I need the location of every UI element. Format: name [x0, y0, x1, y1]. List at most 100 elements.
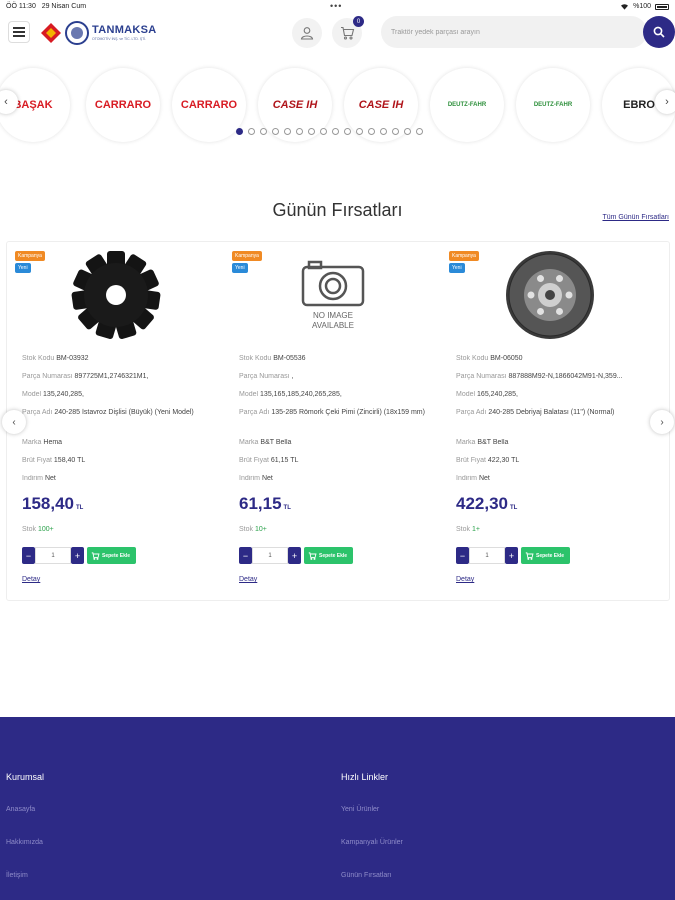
attr-value: 158,40 TL: [53, 457, 86, 464]
attr-label: TL: [76, 505, 84, 511]
pager-dot[interactable]: [380, 128, 387, 135]
quantity-stepper: − 1 + Sepete Ekle: [22, 547, 137, 564]
attr-label: 422,30: [456, 494, 508, 513]
attr-label: Stok: [239, 526, 254, 533]
detail-link[interactable]: Detay: [456, 576, 474, 583]
attr-value: Net: [478, 475, 490, 482]
logo-subtitle: OTOMOTİV İNŞ. ve TİC. LTD. ŞTİ.: [92, 36, 147, 41]
chevron-right-icon: ›: [665, 96, 669, 108]
product-price: 422,30 TL: [456, 494, 517, 514]
product-card: Kampanya Yeni Stok Kodu BM-03932 Parça N…: [11, 242, 216, 600]
product-image-link[interactable]: NO IMAGE AVAILABLE: [273, 250, 393, 340]
parca-adi-row: Parça Adı 240-285 İstavroz Dişlisi (Büyü…: [22, 408, 214, 418]
model-row: Model 165,240,285,: [456, 391, 648, 398]
pager-dot[interactable]: [404, 128, 411, 135]
brand-logo[interactable]: DEUTZ-FAHR: [430, 68, 504, 142]
pager-dot[interactable]: [260, 128, 267, 135]
all-deals-link[interactable]: Tüm Günün Fırsatları: [602, 214, 669, 221]
badge-yeni: Yeni: [232, 263, 248, 273]
footer-link-gunun-firsatlari[interactable]: Günün Fırsatları: [341, 872, 403, 879]
pager-dot[interactable]: [392, 128, 399, 135]
attr-label: Brüt Fiyat: [456, 457, 486, 464]
user-icon: [300, 27, 314, 40]
brand-logo[interactable]: CARRARO: [172, 68, 246, 142]
footer-col-hizli-linkler: Hızlı Linkler Yeni Ürünler Kampanyalı Ür…: [341, 772, 403, 900]
pager-dot[interactable]: [308, 128, 315, 135]
model-row: Model 135,240,285,: [22, 391, 214, 398]
brand-logo[interactable]: CARRARO: [86, 68, 160, 142]
deals-prev-button[interactable]: ‹: [2, 410, 26, 434]
qty-input[interactable]: 1: [252, 547, 288, 564]
attr-value: BM-05536: [273, 355, 306, 362]
decrease-qty-button[interactable]: −: [456, 547, 469, 564]
add-to-cart-button[interactable]: Sepete Ekle: [304, 547, 354, 564]
product-image-link[interactable]: [56, 250, 176, 340]
badge-kampanya: Kampanya: [232, 251, 262, 261]
add-to-cart-button[interactable]: Sepete Ekle: [521, 547, 571, 564]
stok-kodu-row: Stok Kodu BM-06050: [456, 355, 648, 362]
decrease-qty-button[interactable]: −: [239, 547, 252, 564]
pager-dot[interactable]: [296, 128, 303, 135]
menu-button[interactable]: [8, 21, 30, 43]
detail-link[interactable]: Detay: [239, 576, 257, 583]
product-price: 158,40 TL: [22, 494, 83, 514]
brand-name: CASE IH: [358, 99, 404, 111]
increase-qty-button[interactable]: +: [71, 547, 84, 564]
wifi-icon: [621, 4, 629, 10]
search-input[interactable]: [381, 16, 647, 48]
footer-link-iletisim[interactable]: İletişim: [6, 872, 44, 879]
qty-input[interactable]: 1: [469, 547, 505, 564]
increase-qty-button[interactable]: +: [505, 547, 518, 564]
attr-label: Brüt Fiyat: [22, 457, 52, 464]
add-to-cart-button[interactable]: Sepete Ekle: [87, 547, 137, 564]
multitask-dots[interactable]: •••: [330, 1, 342, 11]
cart-button[interactable]: 0: [332, 16, 364, 48]
site-logo[interactable]: TANMAKSA OTOMOTİV İNŞ. ve TİC. LTD. ŞTİ.: [40, 20, 172, 46]
footer-link-kampanyali[interactable]: Kampanyalı Ürünler: [341, 839, 403, 846]
pager-dot[interactable]: [320, 128, 327, 135]
attr-label: İndirim: [239, 475, 261, 482]
pager-dot[interactable]: [332, 128, 339, 135]
attr-label: Parça Numarası: [22, 373, 73, 380]
attr-value: Hema: [43, 439, 63, 446]
pager-dot[interactable]: [236, 128, 243, 135]
marka-row: Marka Hema: [22, 439, 214, 446]
chevron-left-icon: ‹: [4, 96, 8, 108]
battery-icon: [655, 3, 669, 10]
attr-label: İndirim: [456, 475, 478, 482]
increase-qty-button[interactable]: +: [288, 547, 301, 564]
decrease-qty-button[interactable]: −: [22, 547, 35, 564]
deals-next-button[interactable]: ›: [650, 410, 674, 434]
product-image: [506, 251, 594, 339]
quantity-stepper: − 1 + Sepete Ekle: [456, 547, 571, 564]
detail-link[interactable]: Detay: [22, 576, 40, 583]
footer-link-anasayfa[interactable]: Anasayfa: [6, 806, 44, 813]
footer-link-hakkimizda[interactable]: Hakkımızda: [6, 839, 44, 846]
pager-dot[interactable]: [416, 128, 423, 135]
pager-dot[interactable]: [356, 128, 363, 135]
search-button[interactable]: [643, 16, 675, 48]
attr-label: TL: [510, 505, 518, 511]
attr-label: Marka: [239, 439, 259, 446]
footer: Kurumsal Anasayfa Hakkımızda İletişim Hı…: [0, 717, 675, 900]
footer-link-yeni-urunler[interactable]: Yeni Ürünler: [341, 806, 403, 813]
badge-yeni: Yeni: [449, 263, 465, 273]
carousel-next-button[interactable]: ›: [655, 90, 675, 114]
account-button[interactable]: [292, 18, 322, 48]
brut-fiyat-row: Brüt Fiyat 422,30 TL: [456, 457, 648, 464]
brand-logo[interactable]: DEUTZ-FAHR: [516, 68, 590, 142]
quantity-stepper: − 1 + Sepete Ekle: [239, 547, 354, 564]
status-bar: ÖÖ 11:30 29 Nisan Cum ••• %100: [0, 0, 675, 14]
attr-label: TL: [283, 505, 291, 511]
badge-kampanya: Kampanya: [449, 251, 479, 261]
attr-value: ,: [291, 373, 294, 380]
qty-input[interactable]: 1: [35, 547, 71, 564]
attr-value: 61,15 TL: [270, 457, 299, 464]
pager-dot[interactable]: [344, 128, 351, 135]
pager-dot[interactable]: [284, 128, 291, 135]
pager-dot[interactable]: [272, 128, 279, 135]
pager-dot[interactable]: [368, 128, 375, 135]
brand-name: BAŞAK: [13, 99, 53, 111]
product-image-link[interactable]: [490, 250, 610, 340]
pager-dot[interactable]: [248, 128, 255, 135]
